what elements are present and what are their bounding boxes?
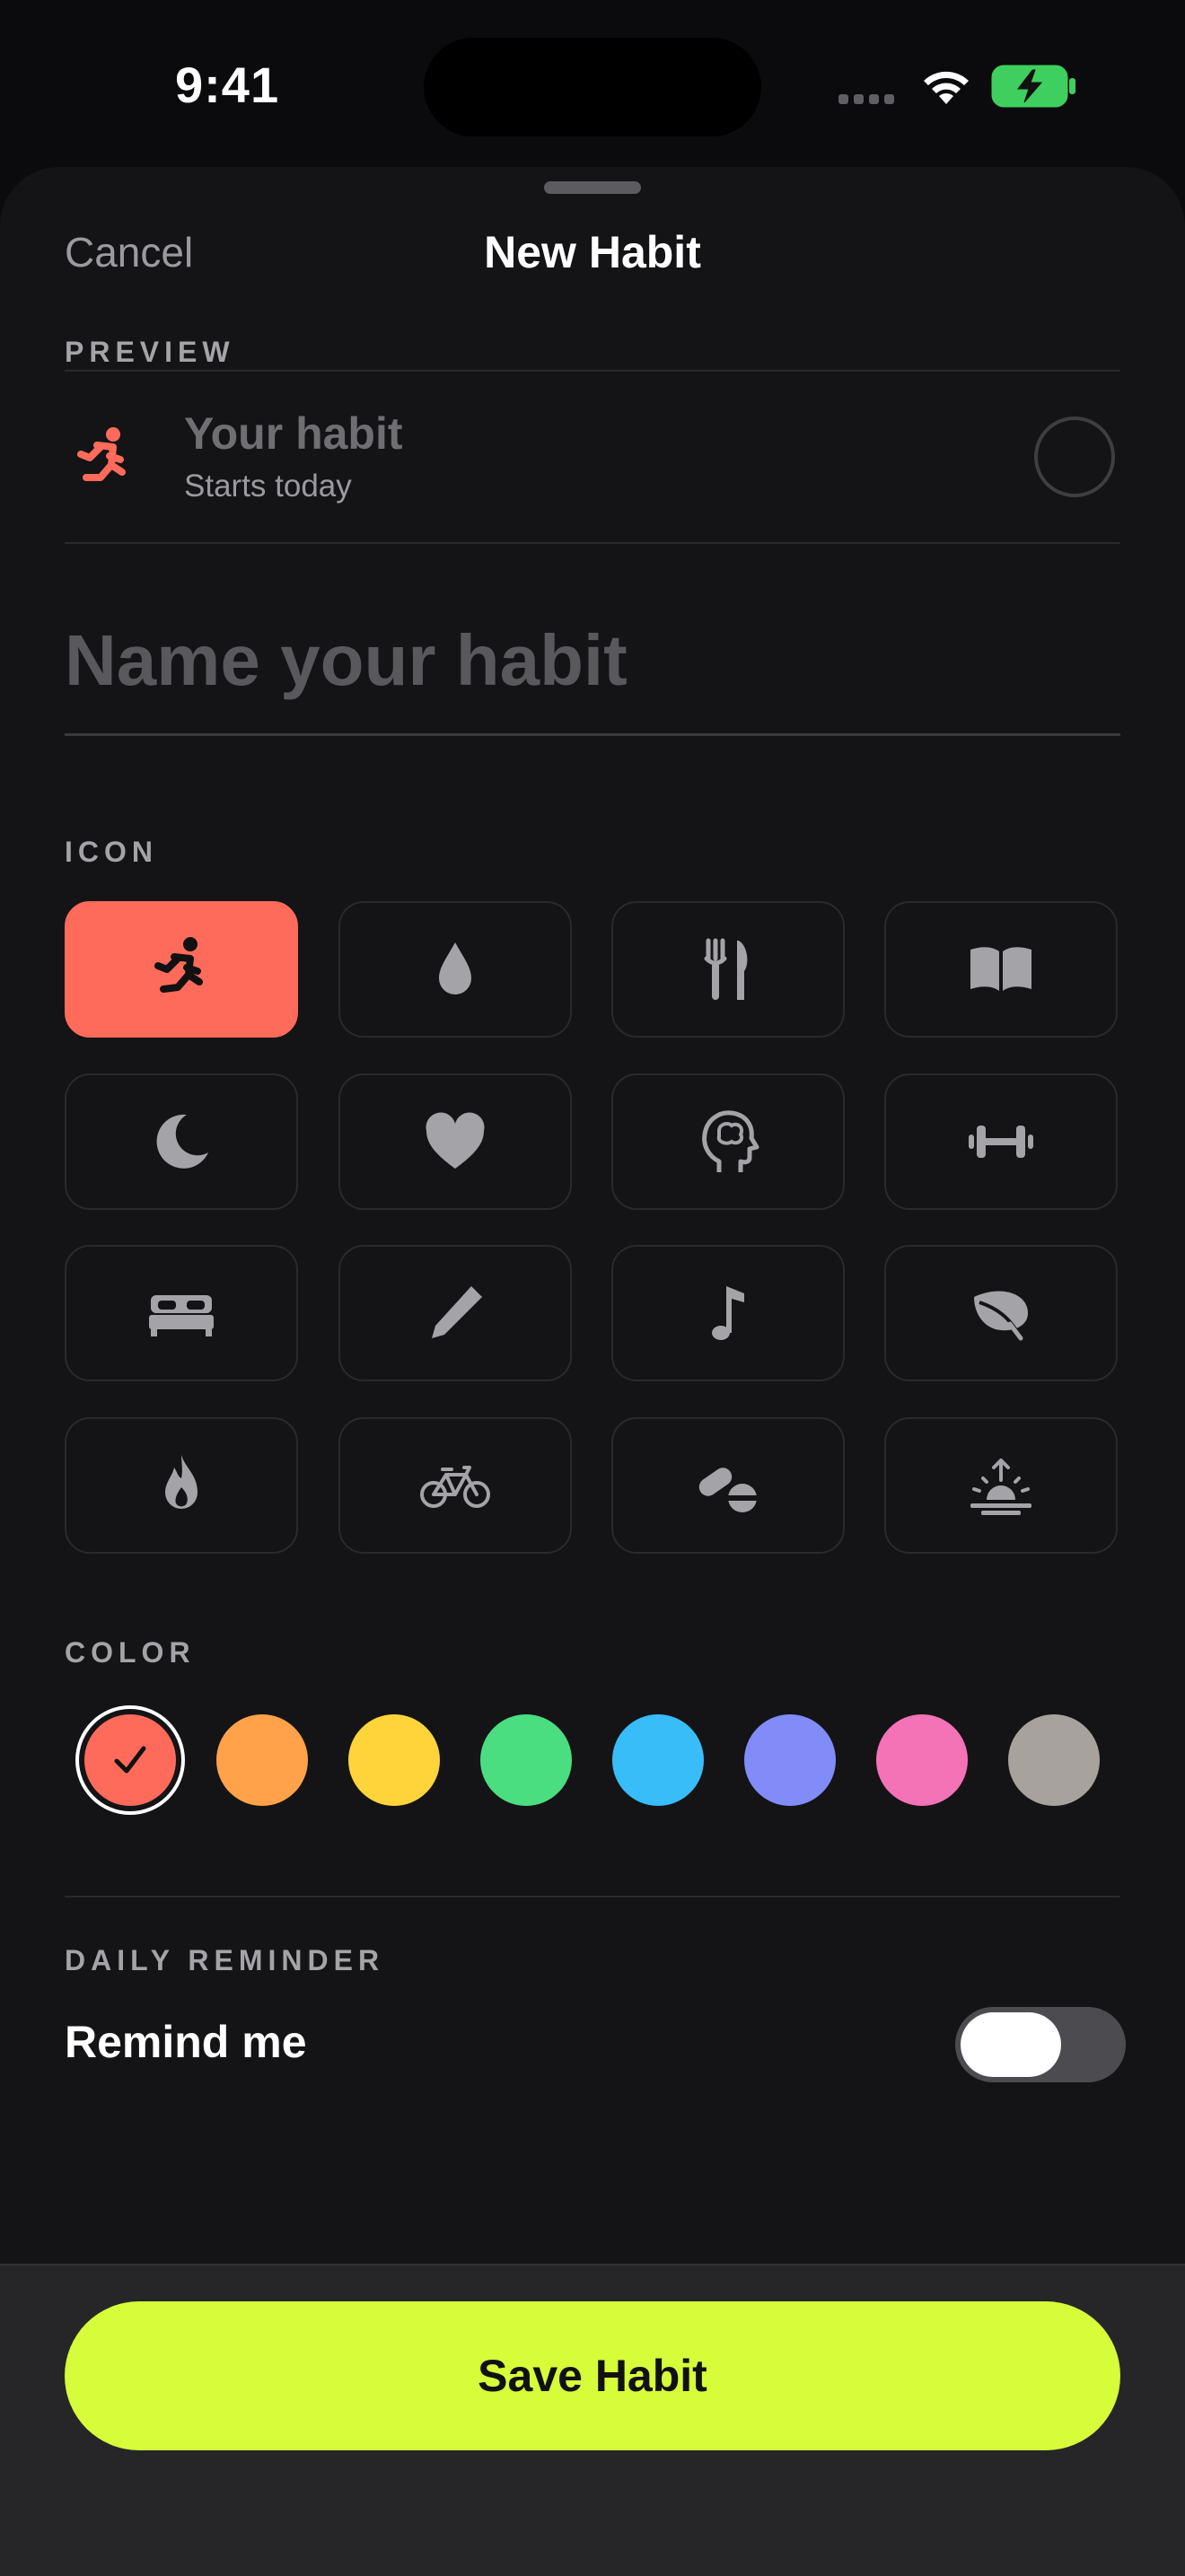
icon-option-music-note[interactable] — [611, 1245, 845, 1381]
reminder-divider — [65, 1896, 1120, 1897]
dynamic-island — [424, 38, 761, 136]
music-note-icon — [712, 1286, 744, 1340]
color-swatch-coral[interactable] — [84, 1714, 176, 1806]
color-swatch-blue[interactable] — [612, 1714, 704, 1806]
preview-divider-top — [65, 370, 1120, 372]
name-underline — [65, 733, 1120, 736]
sheet-title: New Habit — [484, 227, 701, 277]
status-time: 9:41 — [175, 57, 280, 113]
icon-option-brain-head[interactable] — [611, 1073, 845, 1210]
color-swatch-indigo[interactable] — [744, 1714, 836, 1806]
icon-option-moon[interactable] — [65, 1073, 298, 1210]
icon-option-flame[interactable] — [65, 1417, 298, 1554]
sheet-grabber[interactable] — [544, 181, 641, 194]
checkmark-icon — [114, 1746, 146, 1774]
icon-option-bicycle[interactable] — [338, 1417, 572, 1554]
preview-divider-bottom — [65, 542, 1120, 544]
drop-icon — [439, 942, 471, 994]
color-swatch-orange[interactable] — [216, 1714, 308, 1806]
fork-knife-icon — [704, 938, 748, 1000]
remind-me-toggle[interactable] — [955, 2007, 1126, 2082]
remind-me-label: Remind me — [65, 2017, 307, 2067]
icon-option-leaf[interactable] — [884, 1245, 1118, 1381]
new-habit-sheet: Cancel New Habit PREVIEW Your habit Star… — [0, 167, 1185, 2574]
bed-icon — [149, 1295, 214, 1336]
wifi-icon — [924, 71, 969, 104]
preview-habit-name: Your habit — [184, 408, 403, 459]
icon-option-runner[interactable] — [65, 901, 298, 1038]
preview-subtitle: Starts today — [184, 469, 352, 504]
color-swatch-gray[interactable] — [1008, 1714, 1100, 1806]
bottom-action-bar: Save Habit — [0, 2264, 1185, 2576]
signal-icon — [838, 92, 900, 109]
dumbbell-icon — [969, 1126, 1033, 1158]
color-section-label: COLOR — [65, 1636, 196, 1669]
icon-option-dumbbell[interactable] — [884, 1073, 1118, 1210]
heart-icon — [426, 1112, 485, 1169]
moon-icon — [156, 1114, 208, 1169]
pencil-icon — [432, 1286, 482, 1338]
reminder-section-label: DAILY REMINDER — [65, 1944, 385, 1976]
bicycle-icon — [420, 1466, 490, 1508]
runner-icon — [154, 937, 203, 993]
icon-option-drop[interactable] — [338, 901, 572, 1038]
icon-option-heart[interactable] — [338, 1073, 572, 1210]
icon-option-pencil[interactable] — [338, 1245, 572, 1381]
color-swatch-green[interactable] — [480, 1714, 572, 1806]
icon-section-label: ICON — [65, 836, 158, 868]
battery-charging-icon — [991, 65, 1075, 108]
color-swatch-yellow[interactable] — [348, 1714, 440, 1806]
leaf-icon — [974, 1291, 1028, 1341]
icon-option-book[interactable] — [884, 901, 1118, 1038]
save-habit-button[interactable]: Save Habit — [65, 2301, 1120, 2450]
book-icon — [970, 947, 1031, 991]
sunrise-icon — [970, 1459, 1031, 1515]
icon-option-fork-knife[interactable] — [611, 901, 845, 1038]
icon-option-sunrise[interactable] — [884, 1417, 1118, 1554]
color-swatch-pink[interactable] — [876, 1714, 968, 1806]
habit-name-input[interactable] — [65, 607, 1120, 714]
flame-icon — [165, 1455, 198, 1509]
preview-section-label: PREVIEW — [65, 336, 235, 368]
status-bar: 9:41 — [0, 0, 1185, 166]
brain-head-icon — [702, 1110, 759, 1172]
icon-option-bed[interactable] — [65, 1245, 298, 1381]
runner-icon — [77, 427, 126, 481]
toggle-knob — [961, 2012, 1061, 2077]
pills-icon — [698, 1468, 757, 1512]
preview-completion-circle — [1034, 416, 1115, 497]
icon-option-pills[interactable] — [611, 1417, 845, 1554]
